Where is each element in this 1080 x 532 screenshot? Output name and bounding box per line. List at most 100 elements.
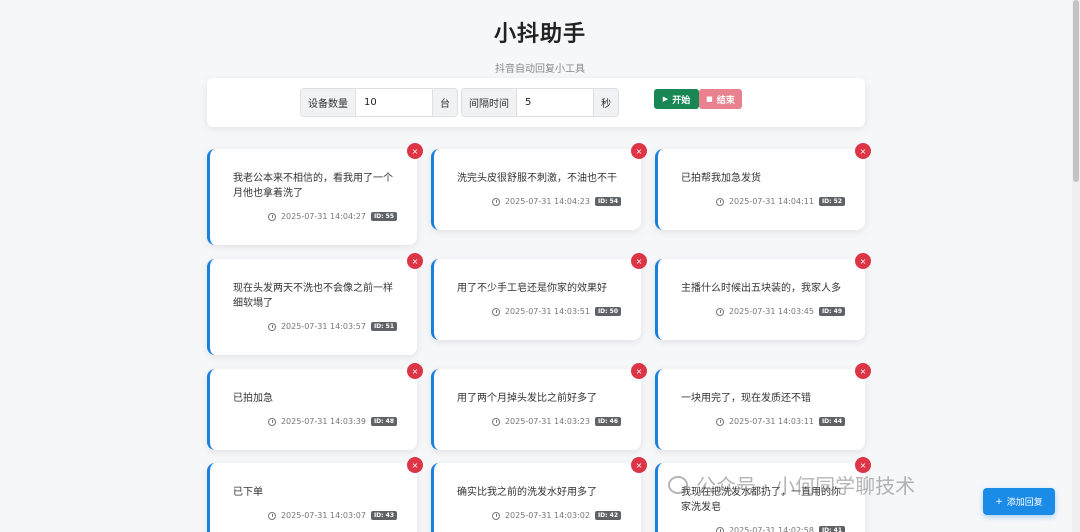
reply-text: 一块用完了，现在发质还不错 (681, 393, 811, 404)
clock-icon (267, 511, 276, 520)
reply-id-badge: ID: 51 (370, 322, 397, 331)
control-panel: 设备数量 10 台 间隔时间 5 秒 ▶ 开始 ■ 结束 (207, 78, 865, 127)
reply-card: 用了两个月掉头发比之前好多了 2025-07-31 14:03:23 ID: 46 × (431, 363, 647, 450)
close-icon: × (859, 460, 867, 470)
reply-text: 已拍帮我加急发货 (681, 173, 761, 184)
reply-id-badge: ID: 42 (594, 511, 621, 520)
reply-card: 我老公本来不相信的，看我用了一个月他也拿着洗了 2025-07-31 14:04:… (207, 143, 423, 245)
reply-timestamp: 2025-07-31 14:03:07 (280, 511, 366, 520)
interval-unit: 秒 (593, 89, 618, 116)
play-icon: ▶ (662, 95, 669, 103)
app-title: 小抖助手 (493, 22, 586, 47)
reply-text: 确实比我之前的洗发水好用多了 (457, 487, 597, 498)
reply-text: 我老公本来不相信的，看我用了一个月他也拿着洗了 (233, 173, 393, 199)
close-icon: × (411, 460, 419, 470)
reply-id-badge: ID: 46 (594, 417, 621, 426)
reply-id-badge: ID: 43 (370, 511, 397, 520)
reply-text: 已下单 (233, 487, 263, 498)
clock-icon (491, 307, 500, 316)
reply-timestamp: 2025-07-31 14:03:45 (728, 307, 814, 316)
reply-meta: 2025-07-31 14:04:11 ID: 52 (715, 197, 845, 206)
delete-reply-button[interactable]: × (407, 457, 423, 473)
delete-reply-button[interactable]: × (855, 457, 871, 473)
scrollbar-thumb[interactable] (1073, 0, 1079, 182)
delete-reply-button[interactable]: × (855, 253, 871, 269)
reply-meta: 2025-07-31 14:03:51 ID: 50 (491, 307, 621, 316)
close-icon: × (411, 256, 419, 266)
stop-button[interactable]: ■ 结束 (699, 89, 742, 109)
reply-card: 用了不少手工皂还是你家的效果好 2025-07-31 14:03:51 ID: 50… (431, 253, 647, 340)
reply-id-badge: ID: 48 (370, 417, 397, 426)
reply-text: 我现在把洗发水都扔了，一直用的你家洗发皂 (681, 487, 841, 513)
interval-input[interactable]: 5 (517, 89, 593, 116)
device-count-label: 设备数量 (301, 89, 356, 116)
reply-timestamp: 2025-07-31 14:03:23 (504, 417, 590, 426)
close-icon: × (859, 256, 867, 266)
clock-icon (491, 511, 500, 520)
reply-meta: 2025-07-31 14:03:11 ID: 44 (715, 417, 845, 426)
reply-text: 现在头发两天不洗也不会像之前一样细软塌了 (233, 283, 393, 309)
device-count-input[interactable]: 10 (356, 89, 432, 116)
close-icon: × (635, 146, 643, 156)
delete-reply-button[interactable]: × (407, 143, 423, 159)
reply-id-badge: ID: 44 (818, 417, 845, 426)
reply-timestamp: 2025-07-31 14:04:27 (280, 212, 366, 221)
clock-icon (267, 417, 276, 426)
clock-icon (715, 526, 724, 532)
clock-icon (491, 197, 500, 206)
start-button-label: 开始 (672, 95, 691, 106)
reply-meta: 2025-07-31 14:03:02 ID: 42 (491, 511, 621, 520)
reply-id-badge: ID: 41 (818, 526, 845, 532)
reply-timestamp: 2025-07-31 14:04:23 (504, 197, 590, 206)
reply-meta: 2025-07-31 14:03:45 ID: 49 (715, 307, 845, 316)
reply-card: 已下单 2025-07-31 14:03:07 ID: 43 × (207, 457, 423, 532)
add-reply-label: 添加回复 (1006, 498, 1043, 508)
start-button[interactable]: ▶ 开始 (654, 89, 699, 109)
close-icon: × (635, 256, 643, 266)
stop-button-label: 结束 (716, 95, 735, 106)
reply-meta: 2025-07-31 14:04:23 ID: 54 (491, 197, 621, 206)
close-icon: × (411, 366, 419, 376)
delete-reply-button[interactable]: × (407, 253, 423, 269)
reply-card: 已拍帮我加急发货 2025-07-31 14:04:11 ID: 52 × (655, 143, 871, 230)
reply-meta: 2025-07-31 14:03:39 ID: 48 (267, 417, 397, 426)
reply-text: 已拍加急 (233, 393, 273, 404)
delete-reply-button[interactable]: × (631, 363, 647, 379)
reply-card: 确实比我之前的洗发水好用多了 2025-07-31 14:03:02 ID: 42 × (431, 457, 647, 532)
scrollbar[interactable] (1072, 0, 1080, 532)
close-icon: × (635, 460, 643, 470)
device-count-unit: 台 (432, 89, 457, 116)
delete-reply-button[interactable]: × (631, 253, 647, 269)
reply-timestamp: 2025-07-31 14:03:02 (504, 511, 590, 520)
reply-card: 现在头发两天不洗也不会像之前一样细软塌了 2025-07-31 14:03:57 I… (207, 253, 423, 355)
reply-timestamp: 2025-07-31 14:02:58 (728, 526, 814, 532)
close-icon: × (859, 366, 867, 376)
clock-icon (715, 307, 724, 316)
close-icon: × (859, 146, 867, 156)
reply-text: 洗完头皮很舒服不刺激，不油也不干 (457, 173, 617, 184)
plus-icon: + (995, 496, 1003, 507)
app-subtitle: 抖音自动回复小工具 (495, 64, 585, 75)
close-icon: × (411, 146, 419, 156)
clock-icon (715, 417, 724, 426)
interval-group: 间隔时间 5 秒 (461, 88, 619, 117)
reply-timestamp: 2025-07-31 14:03:51 (504, 307, 590, 316)
reply-text: 主播什么时候出五块装的，我家人多 (681, 283, 841, 294)
close-icon: × (635, 366, 643, 376)
delete-reply-button[interactable]: × (407, 363, 423, 379)
add-reply-button[interactable]: + 添加回复 (983, 488, 1055, 515)
reply-meta: 2025-07-31 14:04:27 ID: 55 (267, 212, 397, 221)
device-count-group: 设备数量 10 台 (300, 88, 458, 117)
delete-reply-button[interactable]: × (855, 143, 871, 159)
header: 小抖助手 抖音自动回复小工具 (0, 0, 1080, 75)
delete-reply-button[interactable]: × (631, 143, 647, 159)
reply-card: 洗完头皮很舒服不刺激，不油也不干 2025-07-31 14:04:23 ID: 5… (431, 143, 647, 230)
reply-card: 主播什么时候出五块装的，我家人多 2025-07-31 14:03:45 ID: 4… (655, 253, 871, 340)
delete-reply-button[interactable]: × (855, 363, 871, 379)
reply-meta: 2025-07-31 14:03:07 ID: 43 (267, 511, 397, 520)
reply-card: 已拍加急 2025-07-31 14:03:39 ID: 48 × (207, 363, 423, 450)
delete-reply-button[interactable]: × (631, 457, 647, 473)
interval-label: 间隔时间 (462, 89, 517, 116)
clock-icon (491, 417, 500, 426)
reply-meta: 2025-07-31 14:03:23 ID: 46 (491, 417, 621, 426)
